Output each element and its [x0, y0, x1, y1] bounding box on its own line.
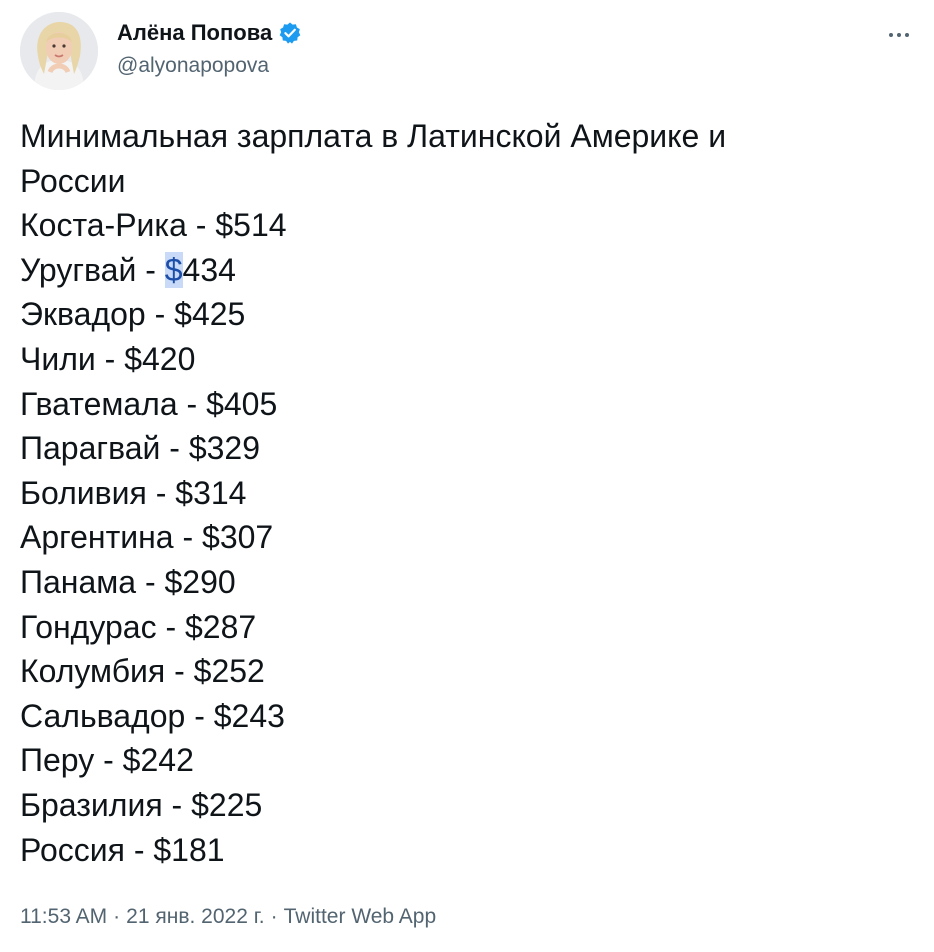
- tweet-source[interactable]: Twitter Web App: [284, 905, 437, 928]
- wage-separator: -: [185, 697, 214, 734]
- wage-line: Колумбия - $252: [20, 649, 900, 694]
- wage-separator: -: [156, 608, 185, 645]
- wage-line: Коста-Рика - $514: [20, 203, 900, 248]
- wage-separator: -: [136, 251, 165, 288]
- wage-line: Боливия - $314: [20, 471, 900, 516]
- wage-country: Гондурас: [20, 608, 157, 645]
- avatar-image: [20, 12, 98, 90]
- tweet-card: Алёна Попова @alyonapopova Минимальная з…: [0, 0, 934, 952]
- author-info: Алёна Попова @alyonapopova: [117, 18, 302, 80]
- wage-line: Аргентина - $307: [20, 515, 900, 560]
- wage-line: Чили - $420: [20, 337, 900, 382]
- display-name[interactable]: Алёна Попова: [117, 18, 272, 48]
- wage-country: Бразилия: [20, 786, 163, 823]
- wage-amount: $225: [191, 786, 263, 823]
- wage-line: Уругвай - $434: [20, 248, 900, 293]
- wage-country: Россия: [20, 831, 125, 868]
- wage-country: Сальвадор: [20, 697, 186, 734]
- wage-amount: $405: [206, 385, 278, 422]
- wage-amount: $181: [153, 831, 225, 868]
- wage-separator: -: [165, 653, 194, 690]
- wage-amount: $329: [188, 430, 260, 467]
- wage-separator: -: [177, 385, 207, 422]
- more-horizontal-icon[interactable]: [884, 20, 914, 50]
- wage-line: Гондурас - $287: [20, 605, 900, 650]
- meta-separator: ·: [113, 905, 121, 928]
- wage-separator: -: [186, 207, 216, 244]
- more-dot: [889, 33, 893, 37]
- more-dot: [905, 33, 909, 37]
- wage-line: Россия - $181: [20, 828, 900, 873]
- wage-country: Коста-Рика: [20, 207, 187, 244]
- tweet-meta: 11:53 AM · 21 янв. 2022 г. · Twitter Web App: [20, 903, 436, 931]
- wage-amount: $425: [174, 296, 246, 333]
- wage-separator: -: [173, 519, 203, 556]
- wage-country: Гватемала: [20, 385, 178, 422]
- wage-amount: $243: [213, 697, 285, 734]
- text-selection: $: [164, 251, 183, 288]
- wage-country: Парагвай: [20, 430, 161, 467]
- wage-amount: $290: [164, 563, 236, 600]
- wage-line: Гватемала - $405: [20, 382, 900, 427]
- wage-amount: $252: [193, 653, 265, 690]
- tweet-title-line: России: [20, 162, 126, 199]
- wage-amount: $307: [202, 519, 274, 556]
- wage-separator: -: [146, 474, 176, 511]
- wage-separator: -: [94, 742, 123, 779]
- wage-separator: -: [95, 340, 125, 377]
- wage-list: Коста-Рика - $514 Уругвай - $434 Эквадор -…: [20, 203, 900, 872]
- author-handle[interactable]: @alyonapopova: [117, 52, 302, 80]
- wage-country: Колумбия: [20, 653, 166, 690]
- tweet-text: Минимальная зарплата в Латинской Америке…: [20, 114, 900, 872]
- wage-line: Сальвадор - $243: [20, 694, 900, 739]
- wage-amount: $287: [185, 608, 257, 645]
- wage-amount: $420: [124, 340, 196, 377]
- wage-line: Эквадор - $425: [20, 292, 900, 337]
- wage-country: Эквадор: [20, 296, 146, 333]
- wage-separator: -: [162, 786, 192, 823]
- tweet-header: Алёна Попова @alyonapopova: [20, 12, 914, 92]
- tweet-title-line: Минимальная зарплата в Латинской Америке…: [20, 118, 727, 154]
- wage-country: Перу: [20, 742, 95, 779]
- wage-separator: -: [160, 430, 189, 467]
- wage-amount: $514: [215, 207, 287, 244]
- wage-country: Уругвай: [20, 251, 137, 288]
- wage-country: Панама: [20, 563, 137, 600]
- wage-line: Панама - $290: [20, 560, 900, 605]
- wage-country: Боливия: [20, 474, 147, 511]
- wage-amount: $314: [175, 474, 247, 511]
- meta-separator: ·: [270, 905, 278, 928]
- wage-country: Чили: [20, 340, 96, 377]
- wage-amount: $434: [164, 251, 236, 288]
- verified-badge-icon: [278, 21, 302, 45]
- avatar[interactable]: [20, 12, 98, 90]
- wage-separator: -: [145, 296, 175, 333]
- tweet-timestamp-date[interactable]: 21 янв. 2022 г.: [126, 905, 264, 928]
- tweet-timestamp-time[interactable]: 11:53 AM: [20, 905, 107, 928]
- wage-line: Перу - $242: [20, 738, 900, 783]
- wage-line: Парагвай - $329: [20, 426, 900, 471]
- more-dot: [897, 33, 901, 37]
- wage-country: Аргентина: [20, 519, 174, 556]
- wage-amount: $242: [122, 742, 194, 779]
- wage-separator: -: [136, 563, 165, 600]
- wage-separator: -: [124, 831, 154, 868]
- wage-line: Бразилия - $225: [20, 783, 900, 828]
- display-name-row: Алёна Попова: [117, 18, 302, 48]
